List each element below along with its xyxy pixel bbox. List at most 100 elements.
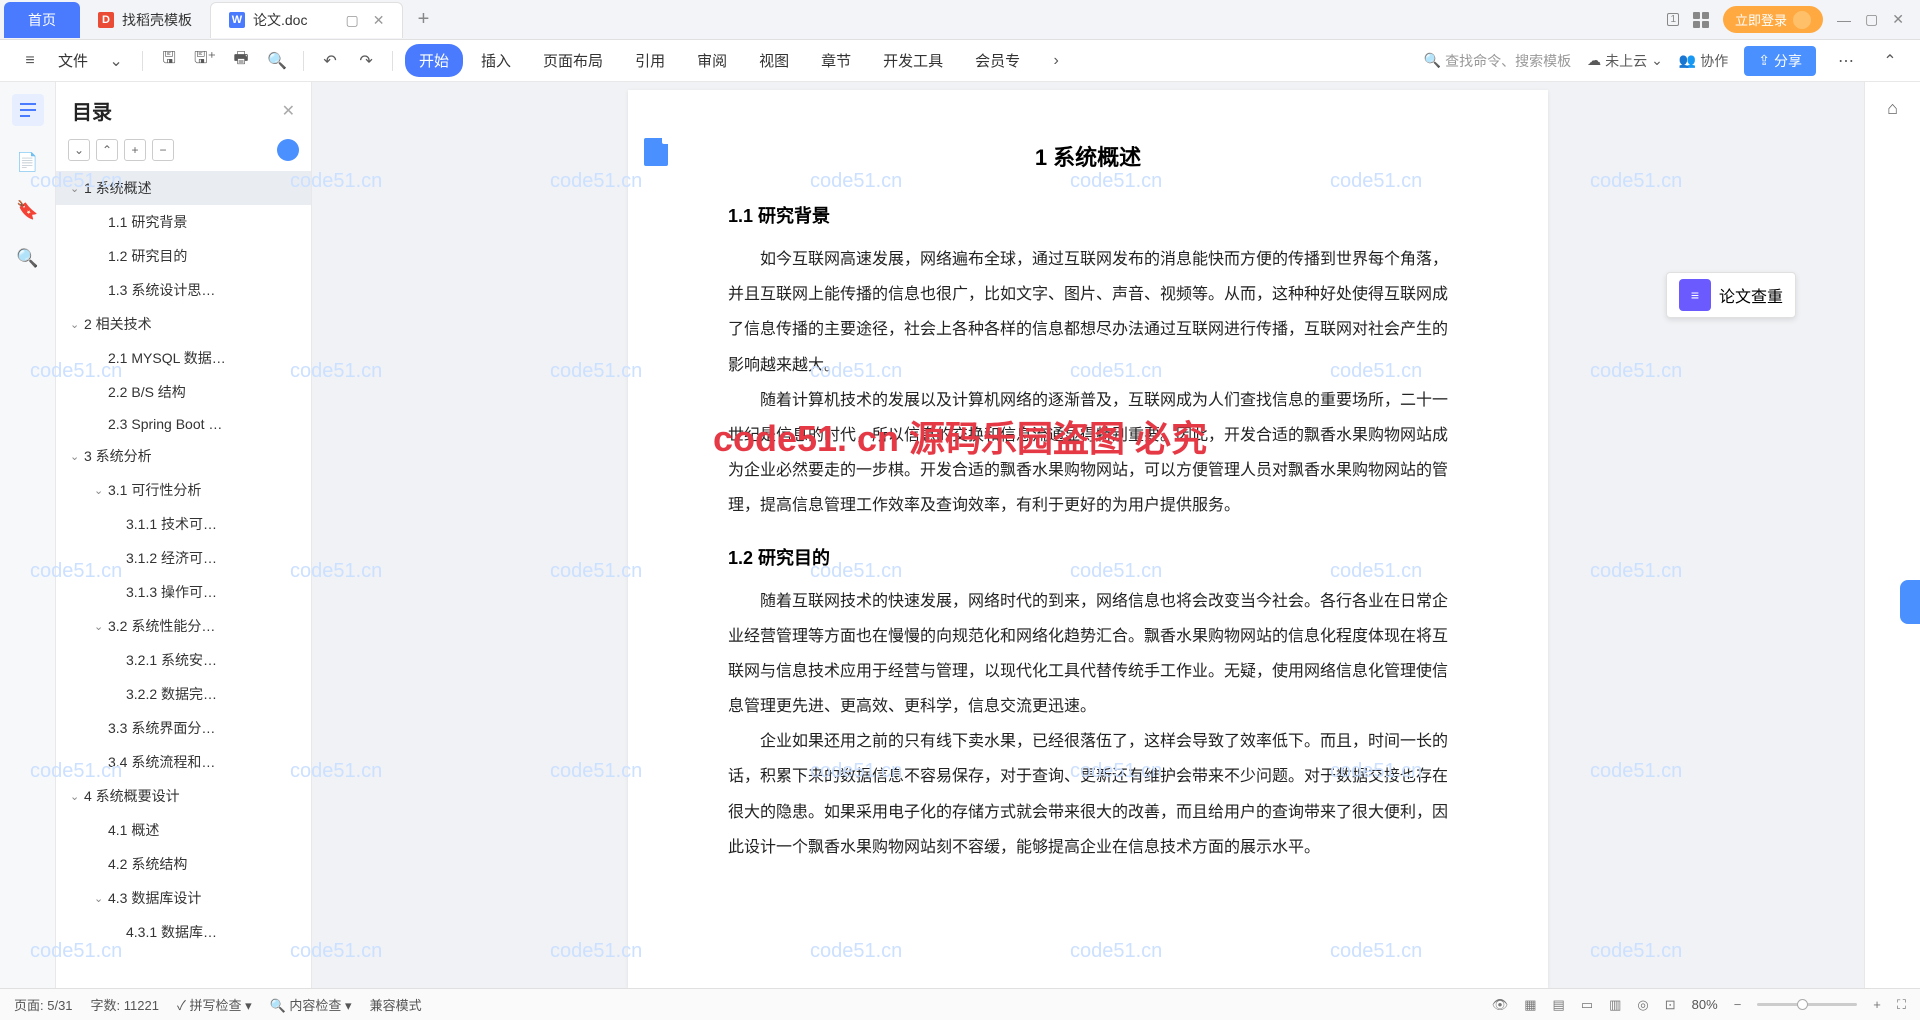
file-menu[interactable]: 文件 — [52, 50, 94, 71]
zoom-slider[interactable] — [1757, 1003, 1857, 1006]
toc-item[interactable]: 4.2 系统结构 — [56, 847, 311, 881]
toc-item[interactable]: ⌄1 系统概述 — [56, 171, 311, 205]
zoom-out-icon[interactable]: − — [1734, 997, 1742, 1012]
expand-all-icon[interactable]: ⌃ — [96, 139, 118, 161]
compat-mode[interactable]: 兼容模式 — [370, 995, 422, 1014]
ribbon-tab-7[interactable]: 开发工具 — [869, 44, 957, 77]
menu-overflow-icon[interactable]: › — [1042, 47, 1070, 75]
plagiarism-label: 论文查重 — [1719, 283, 1783, 307]
toc-item[interactable]: 2.1 MYSQL 数据… — [56, 341, 311, 375]
tab-document[interactable]: W 论文.doc ▢ ✕ — [210, 2, 403, 38]
new-tab-button[interactable]: + — [403, 8, 443, 31]
cloud-status[interactable]: ☁ 未上云 ⌄ — [1587, 51, 1663, 71]
view-mode-2-icon[interactable]: ▤ — [1553, 997, 1565, 1013]
sidebar-close-icon[interactable]: ✕ — [282, 101, 295, 121]
minimize-icon[interactable]: — — [1837, 12, 1851, 28]
chevron-down-icon: ⌄ — [70, 318, 84, 331]
eye-mode-icon[interactable]: 👁 — [1492, 997, 1509, 1013]
ribbon-tab-6[interactable]: 章节 — [807, 44, 865, 77]
toc-item[interactable]: 3.2.2 数据完… — [56, 677, 311, 711]
redo-icon[interactable]: ↷ — [352, 47, 380, 75]
toc-item[interactable]: 3.2.1 系统安… — [56, 643, 311, 677]
view-mode-1-icon[interactable]: ▦ — [1524, 997, 1536, 1013]
toc-item-label: 2.3 Spring Boot … — [108, 416, 222, 432]
plagiarism-check-button[interactable]: ≡ 论文查重 — [1666, 272, 1796, 318]
print-icon[interactable]: 🖶 — [227, 47, 255, 75]
document-viewport[interactable]: 1 系统概述 1.1 研究背景 如今互联网高速发展，网络遍布全球，通过互联网发布… — [312, 82, 1864, 988]
collab-button[interactable]: 👥 协作 — [1679, 51, 1728, 71]
focus-icon[interactable]: ◎ — [1637, 997, 1648, 1013]
content-check[interactable]: 🔍 内容检查 ▾ — [270, 995, 352, 1014]
ribbon-tab-0[interactable]: 开始 — [405, 44, 463, 77]
document-icon[interactable]: 📄 — [16, 150, 40, 174]
chevron-down-icon[interactable]: ⌄ — [102, 47, 130, 75]
apps-icon[interactable] — [1693, 12, 1709, 28]
toc-item[interactable]: ⌄3 系统分析 — [56, 439, 311, 473]
toc-item-label: 2 相关技术 — [84, 314, 152, 334]
toc-item[interactable]: 1.1 研究背景 — [56, 205, 311, 239]
toc-item[interactable]: ⌄4.3 数据库设计 — [56, 881, 311, 915]
tab-template[interactable]: D 找稻壳模板 — [80, 2, 210, 38]
fullscreen-icon[interactable]: ⛶ — [1897, 997, 1906, 1013]
command-search[interactable]: 🔍 查找命令、搜索模板 — [1424, 51, 1571, 71]
zoom-in-icon[interactable]: + — [1873, 997, 1881, 1012]
menu-icon[interactable]: ≡ — [16, 47, 44, 75]
toc-item[interactable]: 1.2 研究目的 — [56, 239, 311, 273]
tab-home[interactable]: 首页 — [4, 2, 80, 38]
main-area: 📄 🔖 🔍 目录 ✕ ⌄ ⌃ + − ⌄1 系统概述1.1 研究背景1.2 研究… — [0, 82, 1920, 988]
ribbon-tab-5[interactable]: 视图 — [745, 44, 803, 77]
reading-mode-icon[interactable]: 1 — [1667, 13, 1679, 26]
settings-icon[interactable]: ⌂ — [1881, 96, 1905, 120]
toc-item[interactable]: 2.3 Spring Boot … — [56, 409, 311, 439]
search-rail-icon[interactable]: 🔍 — [16, 246, 40, 270]
login-button[interactable]: 立即登录 — [1723, 6, 1823, 33]
page-count[interactable]: 页面: 5/31 — [14, 995, 73, 1014]
toc-item[interactable]: 3.3 系统界面分… — [56, 711, 311, 745]
close-window-icon[interactable]: ✕ — [1892, 11, 1904, 28]
collapse-all-icon[interactable]: ⌄ — [68, 139, 90, 161]
share-button[interactable]: ⇪ 分享 — [1744, 46, 1816, 76]
ribbon-tab-4[interactable]: 审阅 — [683, 44, 741, 77]
collab-icon: 👥 — [1679, 52, 1696, 69]
more-icon[interactable]: ⋯ — [1832, 47, 1860, 75]
ribbon-tab-2[interactable]: 页面布局 — [529, 44, 617, 77]
spell-check[interactable]: ✓ 拼写检查 ▾ — [177, 995, 252, 1014]
add-level-icon[interactable]: + — [124, 139, 146, 161]
outline-icon[interactable] — [12, 94, 44, 126]
expand-handle[interactable] — [1900, 580, 1920, 624]
bookmark-icon[interactable]: 🔖 — [16, 198, 40, 222]
toc-item[interactable]: ⌄4 系统概要设计 — [56, 779, 311, 813]
toc-item[interactable]: ⌄3.2 系统性能分… — [56, 609, 311, 643]
toc-item-label: 3 系统分析 — [84, 446, 152, 466]
save-icon[interactable]: 🖫 — [155, 47, 183, 75]
paragraph: 随着互联网技术的快速发展，网络时代的到来，网络信息也将会改变当今社会。各行各业在… — [728, 584, 1448, 725]
window-mode-icon[interactable]: ▢ — [345, 12, 358, 29]
word-count[interactable]: 字数: 11221 — [91, 995, 159, 1014]
toc-item[interactable]: 3.4 系统流程和… — [56, 745, 311, 779]
toc-item[interactable]: 3.1.1 技术可… — [56, 507, 311, 541]
view-mode-3-icon[interactable]: ▭ — [1581, 997, 1593, 1013]
expand-icon[interactable]: ⌃ — [1876, 47, 1904, 75]
maximize-icon[interactable]: ▢ — [1865, 11, 1878, 28]
toc-item[interactable]: 3.1.2 经济可… — [56, 541, 311, 575]
ribbon-tab-3[interactable]: 引用 — [621, 44, 679, 77]
toc-item[interactable]: ⌄3.1 可行性分析 — [56, 473, 311, 507]
sync-icon[interactable] — [277, 139, 299, 161]
paragraph: 企业如果还用之前的只有线下卖水果，已经很落伍了，这样会导致了效率低下。而且，时间… — [728, 724, 1448, 865]
zoom-fit-icon[interactable]: ⊡ — [1665, 997, 1676, 1013]
ribbon-tab-1[interactable]: 插入 — [467, 44, 525, 77]
toc-item[interactable]: 4.3.1 数据库… — [56, 915, 311, 949]
toc-item[interactable]: ⌄2 相关技术 — [56, 307, 311, 341]
remove-level-icon[interactable]: − — [152, 139, 174, 161]
toc-item[interactable]: 3.1.3 操作可… — [56, 575, 311, 609]
print-preview-icon[interactable]: 🔍 — [263, 47, 291, 75]
close-tab-icon[interactable]: ✕ — [373, 12, 385, 29]
toc-item[interactable]: 2.2 B/S 结构 — [56, 375, 311, 409]
undo-icon[interactable]: ↶ — [316, 47, 344, 75]
ribbon-tab-8[interactable]: 会员专 — [961, 44, 1034, 77]
toc-item[interactable]: 1.3 系统设计思… — [56, 273, 311, 307]
zoom-value[interactable]: 80% — [1692, 997, 1718, 1012]
toc-item[interactable]: 4.1 概述 — [56, 813, 311, 847]
view-mode-4-icon[interactable]: ▥ — [1609, 997, 1621, 1013]
save-as-icon[interactable]: 🖫⁺ — [191, 47, 219, 75]
